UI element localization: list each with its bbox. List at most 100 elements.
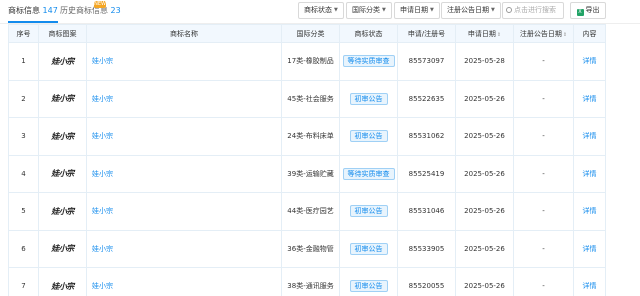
registration-date: - (513, 79, 574, 118)
filter-label: 注册公告日期 (447, 6, 489, 14)
status-badge: 初审公告 (349, 280, 388, 293)
sort-icon[interactable]: ⇕ (563, 32, 567, 38)
trademark-name-link[interactable]: 娃小宗 (86, 154, 282, 193)
header-regdate[interactable]: 注册公告日期⇕ (513, 24, 574, 43)
trademark-image[interactable]: 娃小宗 (38, 267, 87, 296)
registration-date: - (513, 154, 574, 193)
trademark-image[interactable]: 娃小宗 (38, 229, 87, 268)
header-regdate-label: 注册公告日期 (519, 29, 562, 38)
status-cell: 初审公告 (339, 117, 398, 156)
detail-link[interactable]: 详情 (573, 192, 606, 231)
status-badge: 初审公告 (349, 205, 388, 218)
trademark-logo: 娃小宗 (51, 55, 74, 66)
header-appdate[interactable]: 申请日期⇕ (455, 24, 514, 43)
trademark-name-link[interactable]: 娃小宗 (86, 117, 282, 156)
application-date: 2025-05-26 (455, 79, 514, 118)
registration-number: 85525419 (397, 154, 456, 193)
trademark-name-link[interactable]: 娃小宗 (86, 192, 282, 231)
row-index: 5 (8, 192, 39, 231)
chevron-down-icon: ▼ (430, 7, 434, 13)
trademark-logo: 娃小宗 (51, 130, 74, 141)
trademark-image[interactable]: 娃小宗 (38, 42, 87, 81)
filter-trademark-status[interactable]: 商标状态 ▼ (298, 2, 344, 19)
trademark-image[interactable]: 娃小宗 (38, 117, 87, 156)
registration-number: 85522635 (397, 79, 456, 118)
table-row: 7 娃小宗 娃小宗 38类-通讯服务 初审公告 85520055 2025-05-26- 详情 (8, 267, 606, 296)
trademark-name-link[interactable]: 娃小宗 (86, 79, 282, 118)
row-index: 1 (8, 42, 39, 81)
row-index: 3 (8, 117, 39, 156)
trademark-image[interactable]: 娃小宗 (38, 79, 87, 118)
table-row: 4 娃小宗 娃小宗 39类-运输贮藏 等待实质审查 85525419 2025-05-26-… (8, 154, 606, 193)
tab-label: 商标信息 (8, 6, 40, 15)
header-regno: 申请/注册号 (397, 24, 456, 43)
table-row: 1 娃小宗 娃小宗 17类-橡胶制品 等待实质审查 85573097 2025-05-28-… (8, 42, 606, 81)
filter-application-date[interactable]: 申请日期 ▼ (394, 2, 440, 19)
status-cell: 初审公告 (339, 229, 398, 268)
intl-class: 36类-金融物管 (281, 229, 340, 268)
table-row: 2 娃小宗 娃小宗 45类-社会服务 初审公告 85522635 2025-05-26- 详情 (8, 79, 606, 118)
chevron-down-icon: ▼ (334, 7, 338, 13)
registration-number: 85533905 (397, 229, 456, 268)
trademark-image[interactable]: 娃小宗 (38, 192, 87, 231)
status-badge: 初审公告 (349, 242, 388, 255)
tab-history-trademark-info[interactable]: 历史商标信息 23 NEW (60, 1, 121, 16)
sort-icon[interactable]: ⇕ (497, 32, 501, 38)
trademark-name-link[interactable]: 娃小宗 (86, 267, 282, 296)
filter-registration-date[interactable]: 注册公告日期 ▼ (441, 2, 501, 19)
header-name: 商标名称 (86, 24, 282, 43)
intl-class: 38类-通讯服务 (281, 267, 340, 296)
status-cell: 等待实质审查 (339, 42, 398, 81)
intl-class: 24类-布料床单 (281, 117, 340, 156)
table-row: 3 娃小宗 娃小宗 24类-布料床单 初审公告 85531062 2025-05-26- 详情 (8, 117, 606, 156)
application-date: 2025-05-26 (455, 192, 514, 231)
chevron-down-icon: ▼ (491, 7, 495, 13)
detail-link[interactable]: 详情 (573, 42, 606, 81)
status-badge: 等待实质审查 (342, 167, 395, 180)
trademark-table: 序号 商标图案 商标名称 国际分类 商标状态 申请/注册号 申请日期⇕ 注册公告… (8, 24, 606, 296)
detail-link[interactable]: 详情 (573, 229, 606, 268)
application-date: 2025-05-26 (455, 154, 514, 193)
detail-link[interactable]: 详情 (573, 267, 606, 296)
status-cell: 初审公告 (339, 267, 398, 296)
application-date: 2025-05-28 (455, 42, 514, 81)
registration-date: - (513, 42, 574, 81)
detail-link[interactable]: 详情 (573, 117, 606, 156)
filter-label: 申请日期 (400, 6, 428, 14)
status-cell: 初审公告 (339, 79, 398, 118)
header-appdate-label: 申请日期 (467, 29, 496, 38)
trademark-image[interactable]: 娃小宗 (38, 154, 87, 193)
row-index: 4 (8, 154, 39, 193)
status-badge: 初审公告 (349, 130, 388, 143)
export-button[interactable]: X 导出 (570, 2, 606, 19)
trademark-logo: 娃小宗 (51, 243, 74, 254)
table-row: 5 娃小宗 娃小宗 44类-医疗园艺 初审公告 85531046 2025-05-26- 详情 (8, 192, 606, 231)
search-input[interactable]: 点击进行搜索 (502, 2, 564, 19)
application-date: 2025-05-26 (455, 117, 514, 156)
trademark-name-link[interactable]: 娃小宗 (86, 229, 282, 268)
header-content: 内容 (573, 24, 606, 43)
header-index: 序号 (8, 24, 39, 43)
row-index: 2 (8, 79, 39, 118)
trademark-name-link[interactable]: 娃小宗 (86, 42, 282, 81)
status-cell: 等待实质审查 (339, 154, 398, 193)
registration-number: 85520055 (397, 267, 456, 296)
trademark-logo: 娃小宗 (51, 205, 74, 216)
filter-label: 商标状态 (304, 6, 332, 14)
status-badge: 等待实质审查 (342, 55, 395, 68)
filter-intl-class[interactable]: 国际分类 ▼ (346, 2, 392, 19)
table-row: 6 娃小宗 娃小宗 36类-金融物管 初审公告 85533905 2025-05-26- 详情 (8, 229, 606, 268)
intl-class: 44类-医疗园艺 (281, 192, 340, 231)
search-placeholder: 点击进行搜索 (514, 6, 556, 14)
tab-trademark-info[interactable]: 商标信息 147 (8, 5, 58, 23)
chevron-down-icon: ▼ (382, 7, 386, 13)
detail-link[interactable]: 详情 (573, 154, 606, 193)
excel-icon: X (576, 9, 584, 16)
intl-class: 17类-橡胶制品 (281, 42, 340, 81)
status-cell: 初审公告 (339, 192, 398, 231)
detail-link[interactable]: 详情 (573, 79, 606, 118)
status-badge: 初审公告 (349, 92, 388, 105)
registration-date: - (513, 229, 574, 268)
table-header: 序号 商标图案 商标名称 国际分类 商标状态 申请/注册号 申请日期⇕ 注册公告… (8, 24, 606, 43)
trademark-logo: 娃小宗 (51, 280, 74, 291)
